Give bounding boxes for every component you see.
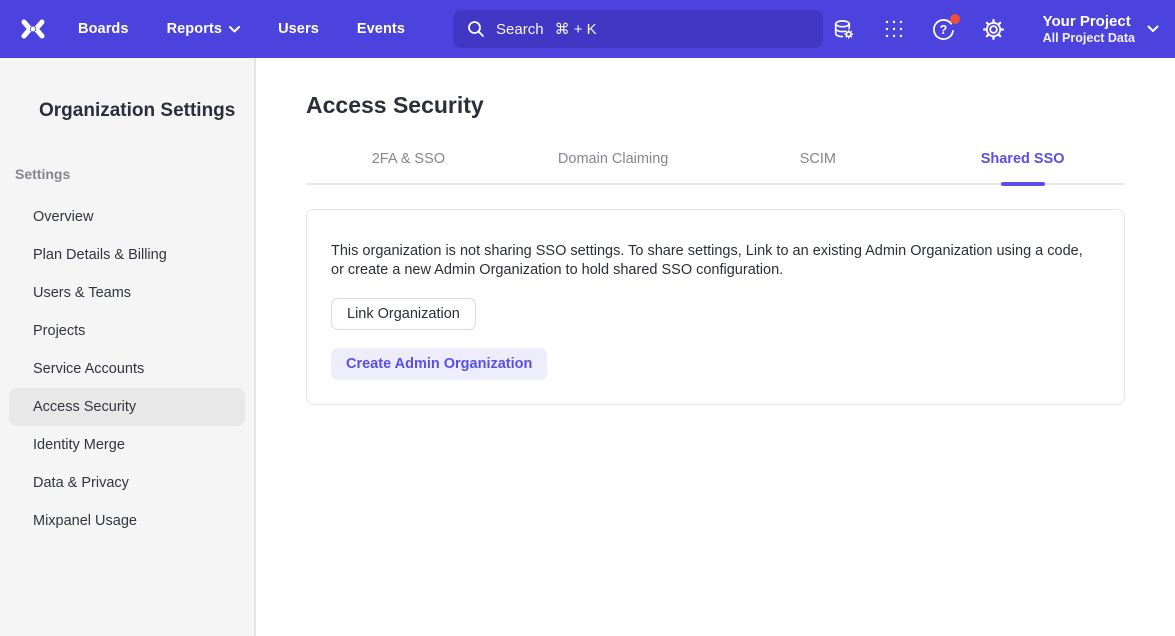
main-content: Access Security 2FA & SSO Domain Claimin… <box>256 58 1175 636</box>
tab-scim[interactable]: SCIM <box>716 151 921 183</box>
mixpanel-logo-icon[interactable] <box>16 12 50 46</box>
tab-2fa-sso[interactable]: 2FA & SSO <box>306 151 511 183</box>
sidebar-item-overview[interactable]: Overview <box>9 198 245 236</box>
sidebar-item-service-accounts[interactable]: Service Accounts <box>9 350 245 388</box>
link-organization-button[interactable]: Link Organization <box>331 298 476 330</box>
nav-item-reports-label: Reports <box>167 21 223 37</box>
sidebar-item-plan-details-billing[interactable]: Plan Details & Billing <box>9 236 245 274</box>
primary-nav: Boards Reports Users Events <box>78 21 405 37</box>
tab-scim-label: SCIM <box>800 151 836 167</box>
active-tab-indicator <box>1001 182 1045 186</box>
tab-2fa-sso-label: 2FA & SSO <box>372 151 445 167</box>
shared-sso-description: This organization is not sharing SSO set… <box>331 242 1096 280</box>
nav-right-cluster: ? Your Project All Project Data <box>831 13 1159 46</box>
chevron-down-icon <box>1147 25 1159 33</box>
shared-sso-card: This organization is not sharing SSO set… <box>306 209 1125 405</box>
page-title: Access Security <box>306 92 1125 119</box>
project-data-scope: All Project Data <box>1043 31 1135 46</box>
sidebar-title: Organization Settings <box>0 100 254 122</box>
data-management-icon[interactable] <box>831 16 857 42</box>
sidebar-item-mixpanel-usage[interactable]: Mixpanel Usage <box>9 502 245 540</box>
nav-item-events[interactable]: Events <box>357 21 405 37</box>
tab-shared-sso-label: Shared SSO <box>981 151 1065 167</box>
nav-item-reports[interactable]: Reports <box>167 21 241 37</box>
settings-gear-icon[interactable] <box>981 16 1007 42</box>
search-input[interactable]: Search ⌘ + K <box>453 10 823 48</box>
sidebar-item-access-security[interactable]: Access Security <box>9 388 245 426</box>
apps-grid-icon[interactable] <box>881 16 907 42</box>
nav-item-users-label: Users <box>278 21 319 37</box>
notification-dot <box>950 14 960 24</box>
tab-domain-claiming-label: Domain Claiming <box>558 151 668 167</box>
top-navigation: Boards Reports Users Events Search ⌘ + K <box>0 0 1175 58</box>
search-placeholder: Search <box>496 21 544 38</box>
sidebar-item-projects[interactable]: Projects <box>9 312 245 350</box>
sidebar-item-users-teams[interactable]: Users & Teams <box>9 274 245 312</box>
nav-item-boards-label: Boards <box>78 21 129 37</box>
svg-text:?: ? <box>940 22 948 36</box>
create-admin-organization-button[interactable]: Create Admin Organization <box>331 348 547 380</box>
search-icon <box>467 20 485 38</box>
sidebar-item-identity-merge[interactable]: Identity Merge <box>9 426 245 464</box>
sidebar-list: Overview Plan Details & Billing Users & … <box>0 198 254 540</box>
nav-item-users[interactable]: Users <box>278 21 319 37</box>
nav-item-events-label: Events <box>357 21 405 37</box>
search-shortcut: ⌘ + K <box>555 20 597 38</box>
settings-sidebar: Organization Settings Settings Overview … <box>0 58 256 636</box>
tab-domain-claiming[interactable]: Domain Claiming <box>511 151 716 183</box>
project-switcher[interactable]: Your Project All Project Data <box>1043 13 1159 46</box>
help-icon[interactable]: ? <box>931 16 957 42</box>
tab-bar: 2FA & SSO Domain Claiming SCIM Shared SS… <box>306 151 1125 185</box>
chevron-down-icon <box>229 26 240 33</box>
sidebar-item-data-privacy[interactable]: Data & Privacy <box>9 464 245 502</box>
project-name: Your Project <box>1043 13 1135 31</box>
sidebar-section-label: Settings <box>0 166 254 182</box>
tab-shared-sso[interactable]: Shared SSO <box>920 151 1125 183</box>
nav-item-boards[interactable]: Boards <box>78 21 129 37</box>
